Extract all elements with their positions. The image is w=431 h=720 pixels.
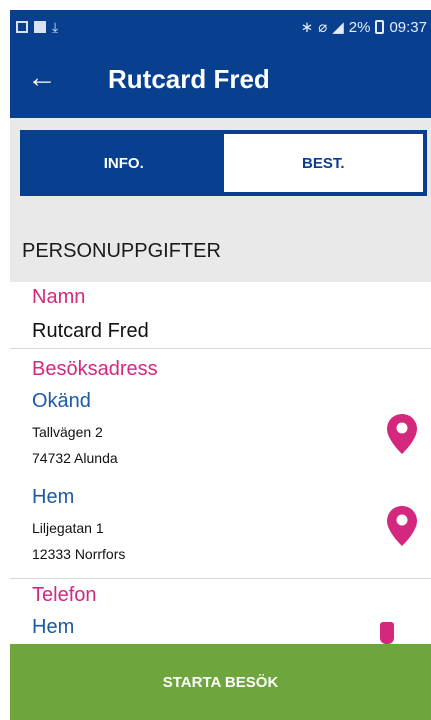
signal-icon: ◢ — [332, 19, 344, 36]
divider — [10, 578, 431, 579]
address-street-2: Liljegatan 1 — [32, 520, 104, 536]
page-title: Rutcard Fred — [108, 64, 270, 94]
arrow-left-icon[interactable]: ← — [24, 60, 60, 96]
section-header: PERSONUPPGIFTER — [10, 204, 431, 282]
status-bar: ⤓ ∗ ⌀ ◢ 2% 09:37 — [10, 10, 431, 44]
clock: 09:37 — [389, 18, 427, 36]
app-notification-icon — [34, 21, 46, 33]
start-visit-button[interactable]: STARTA BESÖK — [10, 644, 431, 720]
phone-type-home: Hem — [32, 616, 75, 638]
address-postal-1: 74732 Alunda — [32, 450, 118, 466]
divider — [10, 348, 431, 349]
battery-percent: 2% — [348, 18, 371, 36]
app-bar: ← Rutcard Fred — [10, 44, 431, 118]
section-title: PERSONUPPGIFTER — [22, 240, 221, 262]
phone-label: Telefon — [32, 584, 97, 606]
battery-icon — [375, 20, 385, 34]
download-icon: ⤓ — [52, 19, 59, 35]
address-type-unknown: Okänd — [32, 390, 91, 412]
address-type-home: Hem — [32, 486, 75, 508]
tab-area: INFO. BEST. — [10, 118, 431, 204]
address-street-1: Tallvägen 2 — [32, 424, 103, 440]
bluetooth-icon: ∗ — [300, 19, 314, 36]
name-label: Namn — [32, 286, 86, 308]
image-notification-icon — [16, 21, 28, 33]
map-pin-icon[interactable] — [385, 412, 419, 456]
tab-info[interactable]: INFO. — [24, 134, 224, 192]
mute-icon: ⌀ — [318, 19, 328, 36]
tab-bar: INFO. BEST. — [20, 130, 427, 196]
status-left-icons: ⤓ — [16, 20, 58, 34]
address-postal-2: 12333 Norrfors — [32, 546, 126, 562]
name-value: Rutcard Fred — [32, 320, 149, 342]
status-right-icons: ∗ ⌀ ◢ 2% 09:37 — [300, 18, 427, 37]
person-details: Namn Rutcard Fred Besöksadress Okänd Tal… — [10, 282, 431, 644]
tab-best[interactable]: BEST. — [223, 134, 423, 192]
visit-address-label: Besöksadress — [32, 358, 158, 380]
phone-icon[interactable] — [380, 622, 394, 644]
map-pin-icon[interactable] — [385, 504, 419, 548]
